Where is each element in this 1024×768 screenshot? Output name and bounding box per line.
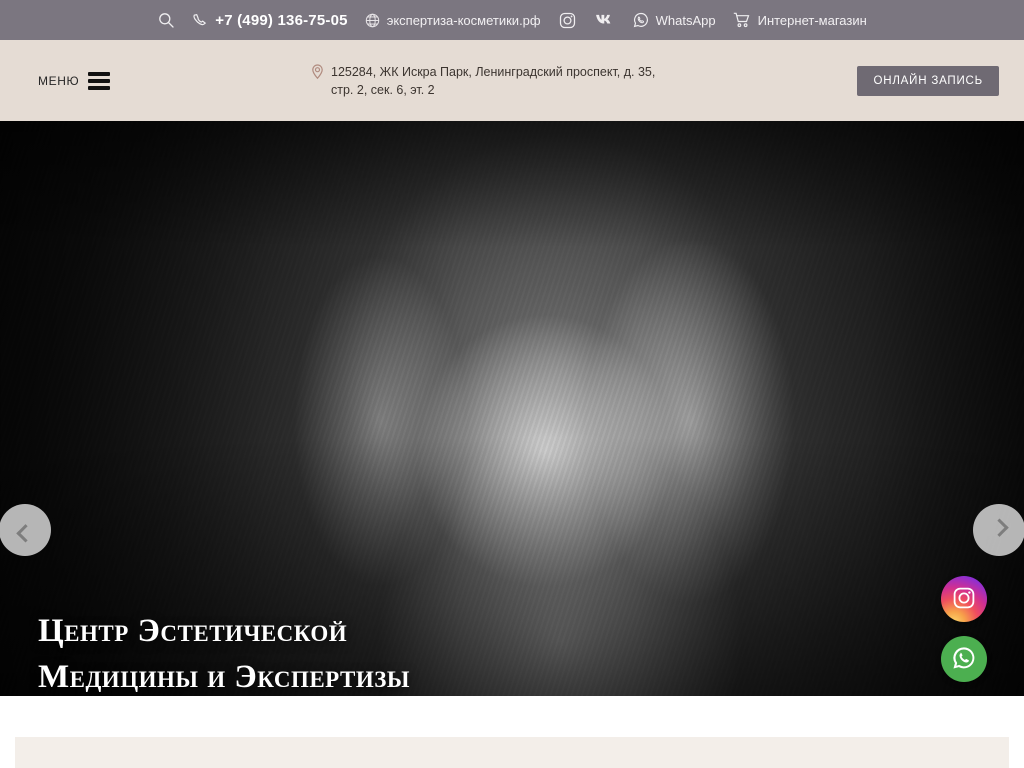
hamburger-menu-icon xyxy=(88,71,111,90)
online-booking-button[interactable]: ОНЛАЙН ЗАПИСЬ xyxy=(857,65,999,96)
search-icon xyxy=(158,12,174,28)
header-address: 125284, ЖК Искра Парк, Ленинградский про… xyxy=(311,63,681,99)
instagram-icon xyxy=(559,12,576,29)
instagram-icon xyxy=(952,586,976,613)
search-button[interactable] xyxy=(157,12,175,28)
vk-icon xyxy=(595,13,615,27)
topbar-vk-link[interactable] xyxy=(594,13,616,27)
phone-handset-icon xyxy=(192,12,208,28)
topbar-instagram-link[interactable] xyxy=(558,12,577,29)
header-address-text: 125284, ЖК Искра Парк, Ленинградский про… xyxy=(331,64,656,97)
content-panel xyxy=(15,737,1009,768)
map-pin-icon xyxy=(311,63,324,85)
topbar-phone-link[interactable]: +7 (499) 136-75-05 xyxy=(192,12,347,29)
topbar-whatsapp-link[interactable]: WhatsApp xyxy=(633,12,716,28)
chevron-right-icon xyxy=(989,517,1009,537)
shopping-cart-icon xyxy=(733,12,751,28)
topbar-shop-link[interactable]: Интернет-магазин xyxy=(733,12,867,28)
below-hero-section xyxy=(0,696,1024,768)
topbar-phone-number: +7 (499) 136-75-05 xyxy=(215,11,348,29)
hero-carousel: Центр Эстетической Медицины и Экспертизы… xyxy=(0,121,1024,696)
whatsapp-icon xyxy=(951,645,977,674)
carousel-next-button[interactable] xyxy=(973,504,1024,556)
floating-social-buttons xyxy=(941,576,987,682)
chevron-left-icon xyxy=(15,523,35,543)
floating-whatsapp-button[interactable] xyxy=(941,636,987,682)
topbar-website-link[interactable]: экспертиза-косметики.рф xyxy=(365,13,541,28)
topbar-website-text: экспертиза-косметики.рф xyxy=(386,12,541,28)
topbar-shop-text: Интернет-магазин xyxy=(757,12,867,28)
hero-title: Центр Эстетической Медицины и Экспертизы xyxy=(38,613,410,695)
topbar-whatsapp-text: WhatsApp xyxy=(655,12,716,28)
floating-instagram-button[interactable] xyxy=(941,576,987,622)
globe-icon xyxy=(365,13,380,28)
top-utility-bar-items: +7 (499) 136-75-05 экспертиза-косметики.… xyxy=(157,12,867,29)
carousel-prev-button[interactable] xyxy=(0,504,51,556)
site-header: МЕНЮ 125284, ЖК Искра Парк, Ленинградски… xyxy=(0,40,1024,121)
menu-label: МЕНЮ xyxy=(38,73,80,88)
menu-toggle-button[interactable]: МЕНЮ xyxy=(38,71,111,90)
whatsapp-icon xyxy=(633,12,649,28)
top-utility-bar: +7 (499) 136-75-05 экспертиза-косметики.… xyxy=(0,0,1024,40)
